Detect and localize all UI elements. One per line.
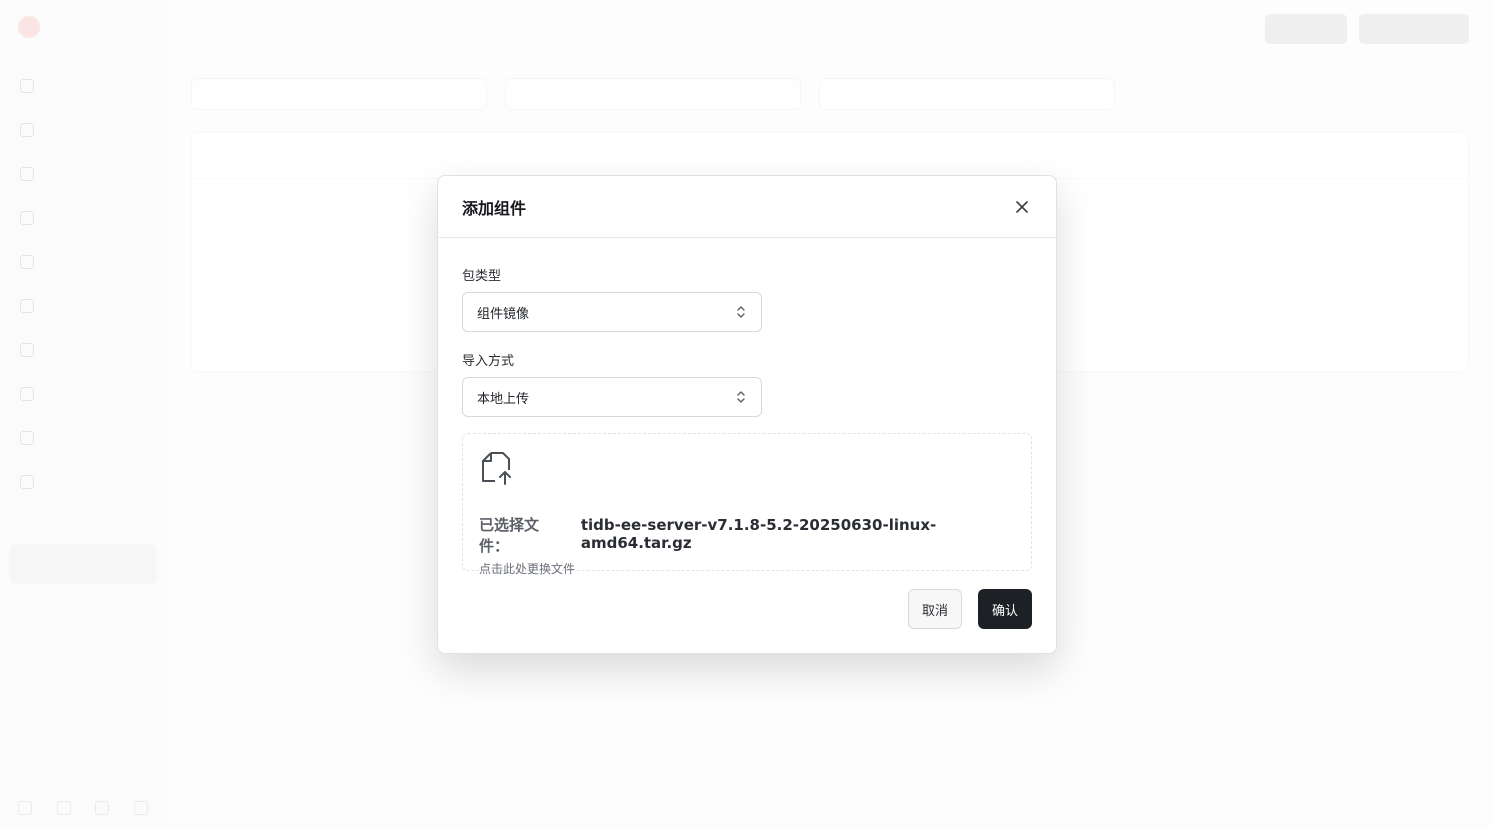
chevron-updown-icon [737, 391, 745, 403]
package-type-value: 组件镜像 [477, 306, 530, 322]
package-type-select[interactable]: 组件镜像 [462, 292, 762, 332]
import-method-select[interactable]: 本地上传 [462, 377, 762, 417]
selected-file-line: 已选择文件： tidb-ee-server-v7.1.8-5.2-2025063… [479, 514, 1015, 556]
chevron-updown-icon [737, 306, 745, 318]
file-upload-icon [482, 452, 511, 485]
close-icon [1016, 200, 1028, 213]
import-method-value: 本地上传 [477, 391, 530, 407]
selected-file-prefix: 已选择文件： [479, 516, 540, 555]
dialog-footer: 取消 确认 [908, 589, 1032, 629]
file-upload-area[interactable]: 已选择文件： tidb-ee-server-v7.1.8-5.2-2025063… [462, 433, 1032, 576]
dialog-title: 添加组件 [462, 198, 527, 218]
selected-file-name: tidb-ee-server-v7.1.8-5.2-20250630-linux… [580, 516, 937, 552]
dialog-body: 包类型 组件镜像 导入方式 本地上传 已选择文件： tidb-ee-server… [438, 265, 1056, 576]
cancel-button[interactable]: 取消 [908, 589, 962, 629]
package-type-label: 包类型 [462, 269, 502, 284]
add-component-dialog: 添加组件 包类型 组件镜像 导入方式 本地上传 已选择文件： tidb-ee-s… [437, 175, 1057, 654]
confirm-button[interactable]: 确认 [978, 589, 1032, 629]
close-button[interactable] [1010, 195, 1034, 219]
import-method-label: 导入方式 [462, 354, 515, 369]
change-file-hint[interactable]: 点击此处更换文件 [479, 560, 1015, 577]
dialog-header: 添加组件 [438, 176, 1056, 238]
